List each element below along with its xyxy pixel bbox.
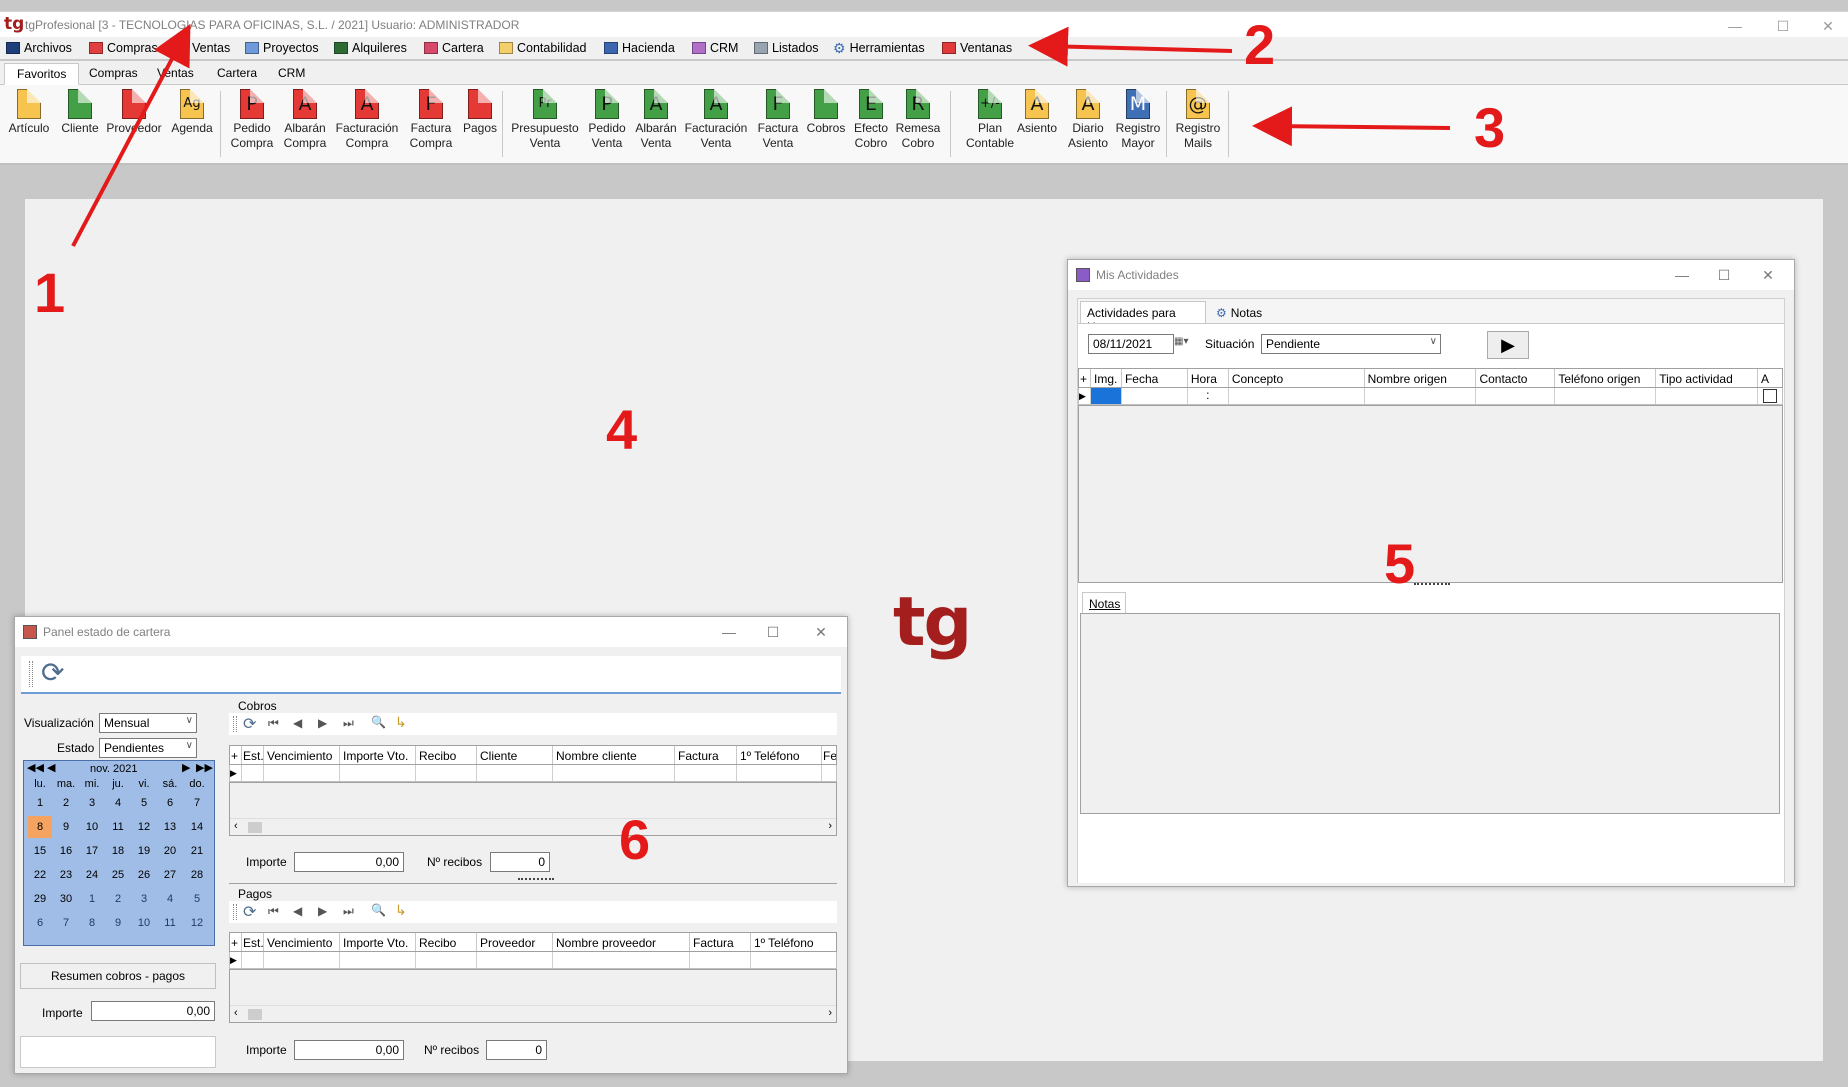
annotation-number: 6 bbox=[619, 808, 651, 871]
annotation-arrows bbox=[71, 23, 1451, 247]
arrow-1 bbox=[71, 23, 191, 247]
annotation-number: 2 bbox=[1244, 13, 1276, 76]
annotation-number: 4 bbox=[606, 398, 638, 461]
annotation-number: 3 bbox=[1474, 96, 1506, 159]
arrow-2 bbox=[1028, 26, 1233, 67]
arrow-3 bbox=[1252, 106, 1451, 147]
annotation-number: 5 bbox=[1384, 532, 1416, 595]
annotation-number: 1 bbox=[34, 261, 66, 324]
